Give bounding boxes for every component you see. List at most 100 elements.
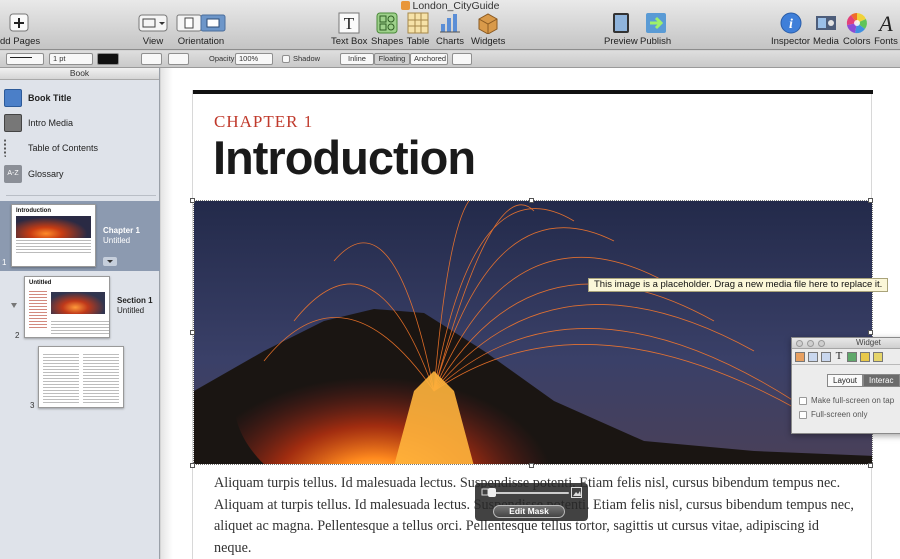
az-icon: A-Z xyxy=(4,165,22,183)
edit-mask-button[interactable]: Edit Mask xyxy=(493,505,565,518)
tab-interaction[interactable]: Interac xyxy=(863,374,900,387)
chevron-down-icon xyxy=(107,260,113,263)
orientation-button[interactable]: Orientation xyxy=(176,12,226,47)
resize-handle[interactable] xyxy=(190,330,195,335)
shadow-label: Shadow xyxy=(293,54,321,63)
page-thumbnail[interactable] xyxy=(38,346,124,408)
wrap-inline-button[interactable]: Inline xyxy=(340,53,374,65)
orientation-icon xyxy=(176,14,226,32)
thumbnail-text-column xyxy=(43,352,79,404)
widget-panel-titlebar: Widget xyxy=(792,338,900,349)
wrap-floating-button[interactable]: Floating xyxy=(374,53,410,65)
view-button[interactable]: View xyxy=(138,12,168,47)
charts-button[interactable]: Charts xyxy=(436,12,464,47)
layout-inspector-icon[interactable] xyxy=(808,352,818,362)
stroke-color-well[interactable] xyxy=(97,53,119,65)
thumbnail-text-lines xyxy=(16,240,91,241)
inspector-button[interactable]: i Inspector xyxy=(771,12,810,47)
page-row[interactable]: 3 xyxy=(0,344,160,414)
resize-handle[interactable] xyxy=(868,463,873,468)
colors-button[interactable]: Colors xyxy=(843,12,870,47)
plus-icon xyxy=(9,13,29,32)
metrics-inspector-icon[interactable] xyxy=(860,352,870,362)
resize-handle[interactable] xyxy=(868,198,873,203)
thumbnail-text-lines xyxy=(51,321,109,322)
sidebar-item-glossary[interactable]: A-Z Glossary xyxy=(4,164,64,184)
text-inspector-icon[interactable]: T xyxy=(834,351,844,362)
document-icon xyxy=(400,1,410,10)
checkbox[interactable] xyxy=(799,396,807,405)
info-icon: i xyxy=(780,12,802,34)
toolbar: London_CityGuide dd Pages View Orientati… xyxy=(0,0,900,50)
shadow-checkbox[interactable] xyxy=(282,55,290,63)
sidebar-divider xyxy=(6,195,156,196)
mask-hud: Edit Mask xyxy=(475,483,588,521)
ipad-preview-icon xyxy=(612,13,629,33)
shapes-icon xyxy=(376,12,398,34)
document-inspector-icon[interactable] xyxy=(795,352,805,362)
color-wheel-icon xyxy=(846,13,867,34)
disclosure-triangle-icon xyxy=(11,303,17,308)
minimize-icon[interactable] xyxy=(807,340,814,347)
checkbox[interactable] xyxy=(799,410,807,419)
align-button[interactable] xyxy=(141,53,162,65)
sidebar-item-table-of-contents[interactable]: Table of Contents xyxy=(4,138,98,158)
widget-inspector-icon[interactable] xyxy=(873,352,883,362)
chapter-label[interactable]: CHAPTER 1 xyxy=(214,112,313,132)
wrap-options-button[interactable] xyxy=(452,53,472,65)
section-label: Section 1 Untitled xyxy=(117,296,153,315)
wrap-inspector-icon[interactable] xyxy=(821,352,831,362)
sidebar-item-book-title[interactable]: Book Title xyxy=(4,88,71,108)
sidebar-item-intro-media[interactable]: Intro Media xyxy=(4,113,73,133)
widgets-button[interactable]: Widgets xyxy=(471,12,505,47)
opacity-label: Opacity: xyxy=(209,54,237,63)
book-sidebar: Book Book Title Intro Media Table of Con… xyxy=(0,68,160,559)
arrange-button[interactable] xyxy=(168,53,189,65)
book-icon xyxy=(4,89,22,107)
placeholder-image[interactable] xyxy=(193,200,873,465)
widgets-icon xyxy=(478,13,498,34)
tab-layout[interactable]: Layout xyxy=(827,374,864,387)
section-thumbnail[interactable]: Untitled xyxy=(24,276,110,338)
view-icon xyxy=(138,14,168,32)
opacity-select[interactable]: 100% xyxy=(235,53,273,65)
fonts-button[interactable]: A Fonts xyxy=(874,12,898,47)
resize-handle[interactable] xyxy=(868,330,873,335)
stroke-style-select[interactable] xyxy=(6,53,44,65)
text-box-button[interactable]: T Text Box xyxy=(331,12,367,47)
chapter-row[interactable]: 1 Introduction Chapter 1 Untitled xyxy=(0,201,160,271)
chapter-title[interactable]: Introduction xyxy=(213,130,476,185)
svg-text:T: T xyxy=(344,14,355,33)
fullscreen-only-option[interactable]: Full-screen only xyxy=(799,410,867,419)
canvas-shadow xyxy=(161,68,173,559)
image-size-slider[interactable] xyxy=(492,492,569,494)
wrap-anchored-button[interactable]: Anchored xyxy=(410,53,448,65)
resize-handle[interactable] xyxy=(190,463,195,468)
list-icon xyxy=(4,139,22,157)
fullscreen-on-tap-option[interactable]: Make full-screen on tap xyxy=(799,396,894,405)
thumbnail-text-column xyxy=(29,289,47,329)
resize-handle[interactable] xyxy=(529,463,534,468)
chapter-thumbnail[interactable]: Introduction xyxy=(11,204,96,267)
slider-knob[interactable] xyxy=(488,488,496,497)
publish-button[interactable]: Publish xyxy=(640,12,671,47)
preview-button[interactable]: Preview xyxy=(604,12,638,47)
close-icon[interactable] xyxy=(796,340,803,347)
graphic-inspector-icon[interactable] xyxy=(847,352,857,362)
shapes-button[interactable]: Shapes xyxy=(371,12,403,47)
media-button[interactable]: Media xyxy=(813,12,839,47)
stroke-width-select[interactable]: 1 pt xyxy=(49,53,93,65)
resize-handle[interactable] xyxy=(190,198,195,203)
thumbnail-text-column xyxy=(83,352,119,404)
thumbnail-image xyxy=(51,292,105,314)
table-button[interactable]: Table xyxy=(406,12,430,47)
zoom-icon[interactable] xyxy=(818,340,825,347)
add-pages-button[interactable]: dd Pages xyxy=(0,12,40,47)
resize-handle[interactable] xyxy=(529,198,534,203)
section-row[interactable]: 2 Untitled Section 1 Untitled xyxy=(0,274,160,344)
chapter-label: Chapter 1 Untitled xyxy=(103,226,140,245)
disclosure-button[interactable] xyxy=(103,257,117,266)
placeholder-tooltip: This image is a placeholder. Drag a new … xyxy=(588,278,889,292)
fonts-icon: A xyxy=(877,12,893,34)
volcano-image xyxy=(194,201,872,464)
